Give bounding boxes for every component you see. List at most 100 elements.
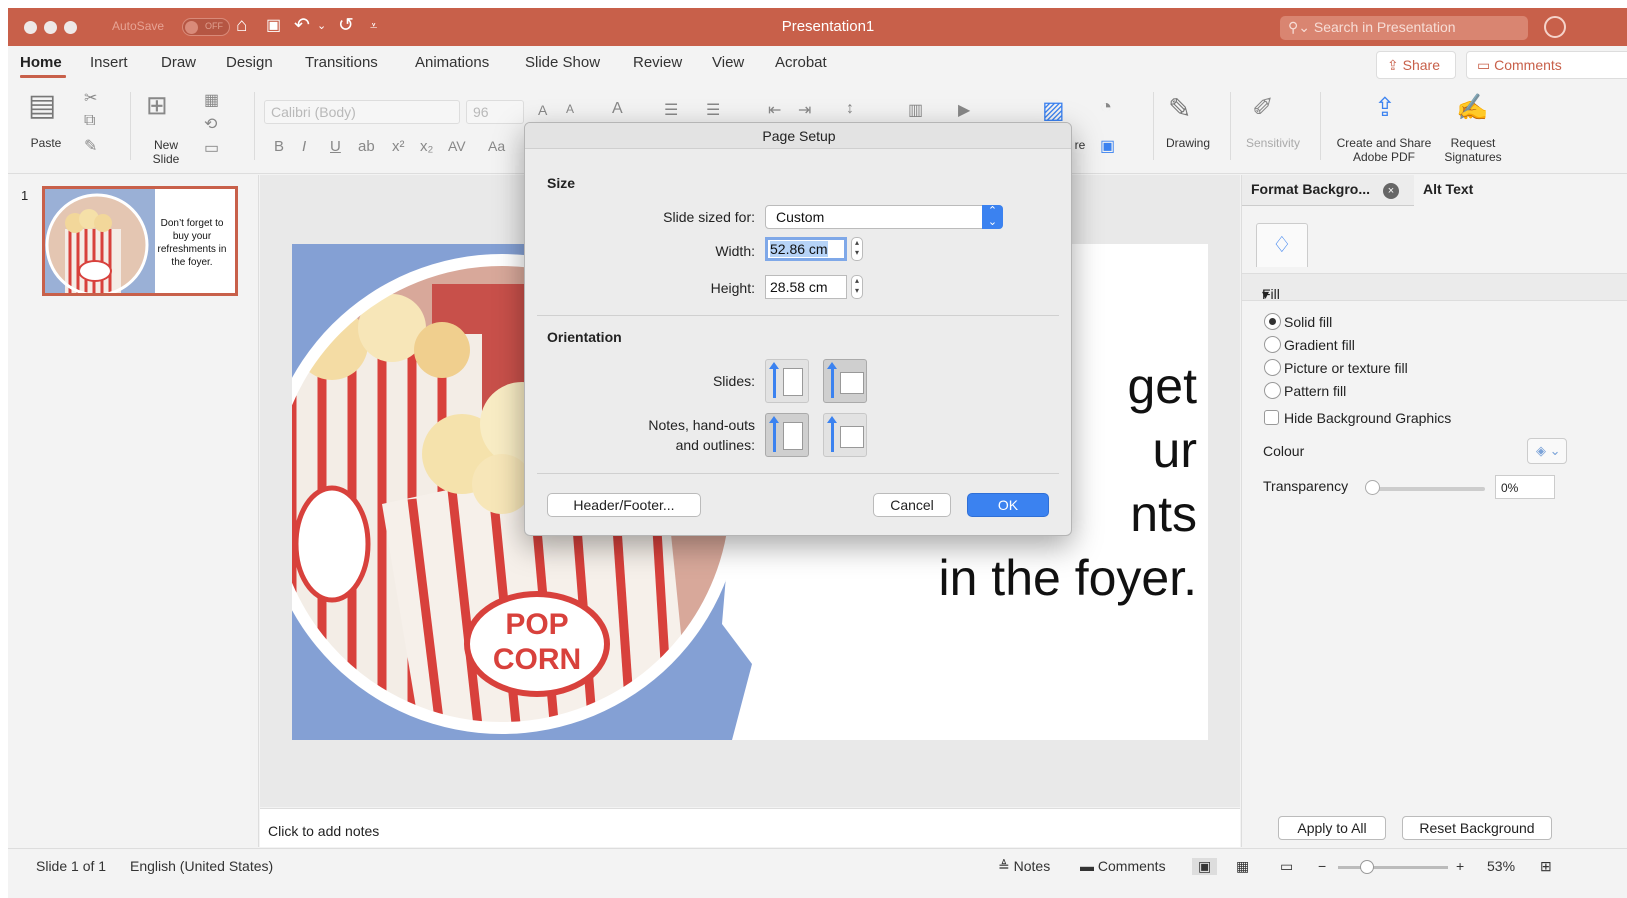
notes-toggle[interactable]: ≜ Notes bbox=[998, 858, 1050, 875]
transparency-slider-knob[interactable] bbox=[1365, 480, 1380, 495]
numbering-icon[interactable]: ☰ bbox=[706, 100, 720, 120]
picture-icon[interactable]: ▨ bbox=[1042, 96, 1065, 125]
ok-button[interactable]: OK bbox=[967, 493, 1049, 517]
underline-icon[interactable]: U bbox=[330, 138, 341, 155]
notes-portrait-button[interactable] bbox=[765, 413, 809, 457]
tab-slide-show[interactable]: Slide Show bbox=[525, 54, 600, 71]
line-spacing-icon[interactable]: ↕ bbox=[846, 100, 854, 118]
tab-insert[interactable]: Insert bbox=[90, 54, 128, 71]
solid-fill-label[interactable]: Solid fill bbox=[1284, 314, 1332, 330]
apply-to-all-button[interactable]: Apply to All bbox=[1278, 816, 1386, 840]
slides-portrait-button[interactable] bbox=[765, 359, 809, 403]
superscript-icon[interactable]: x² bbox=[392, 138, 405, 155]
hide-background-graphics-checkbox[interactable] bbox=[1264, 410, 1279, 425]
width-stepper[interactable]: ▴ ▾ bbox=[851, 237, 863, 261]
request-signatures-icon[interactable]: ✍ bbox=[1456, 92, 1488, 123]
solid-fill-radio[interactable] bbox=[1264, 313, 1281, 330]
tab-review[interactable]: Review bbox=[633, 54, 682, 71]
increase-indent-icon[interactable]: ⇥ bbox=[798, 100, 811, 120]
change-case-icon[interactable]: Aa bbox=[488, 138, 505, 154]
new-slide-label[interactable]: New Slide bbox=[146, 138, 186, 166]
feedback-smiley-icon[interactable] bbox=[1544, 16, 1566, 38]
height-input[interactable]: 28.58 cm bbox=[765, 275, 847, 299]
tab-home[interactable]: Home bbox=[20, 54, 62, 71]
drawing-label[interactable]: Drawing bbox=[1160, 136, 1216, 150]
reset-background-button[interactable]: Reset Background bbox=[1402, 816, 1552, 840]
picture-fill-radio[interactable] bbox=[1264, 359, 1281, 376]
section-icon[interactable]: ▭ bbox=[204, 138, 219, 158]
request-signatures-label[interactable]: Request Signatures bbox=[1438, 136, 1508, 164]
new-slide-icon[interactable]: ⊞ bbox=[146, 90, 168, 121]
picture-fill-label[interactable]: Picture or texture fill bbox=[1284, 360, 1408, 376]
zoom-slider-knob[interactable] bbox=[1360, 860, 1374, 874]
drawing-icon[interactable]: ✎ bbox=[1168, 92, 1191, 125]
reset-icon[interactable]: ⟲ bbox=[204, 114, 217, 134]
increase-font-icon[interactable]: A bbox=[538, 102, 547, 118]
width-input[interactable]: 52.86 cm bbox=[765, 237, 847, 261]
transparency-input[interactable]: 0% bbox=[1495, 475, 1555, 499]
comments-button[interactable]: ▭ Comments bbox=[1466, 51, 1627, 79]
text-box-icon[interactable]: ▣ bbox=[1100, 136, 1115, 156]
create-share-pdf-label[interactable]: Create and Share Adobe PDF bbox=[1326, 136, 1442, 164]
create-pdf-icon[interactable]: ⇪ bbox=[1374, 92, 1396, 123]
picture-label[interactable]: re bbox=[1070, 138, 1090, 152]
close-pane-icon[interactable]: × bbox=[1383, 183, 1399, 199]
zoom-in-icon[interactable]: + bbox=[1456, 858, 1464, 874]
strikethrough-icon[interactable]: ab bbox=[358, 138, 375, 155]
share-button[interactable]: ⇪ Share bbox=[1376, 51, 1456, 79]
tab-animations[interactable]: Animations bbox=[415, 54, 489, 71]
language[interactable]: English (United States) bbox=[130, 858, 273, 874]
sensitivity-icon[interactable]: ✐ bbox=[1252, 92, 1274, 123]
char-spacing-icon[interactable]: AV bbox=[448, 138, 466, 154]
zoom-level[interactable]: 53% bbox=[1487, 858, 1515, 874]
fit-to-window-icon[interactable]: ⊞ bbox=[1540, 858, 1552, 875]
cancel-button[interactable]: Cancel bbox=[873, 493, 951, 517]
subscript-icon[interactable]: x₂ bbox=[420, 138, 433, 155]
cut-icon[interactable]: ✂ bbox=[84, 88, 97, 108]
paste-icon[interactable]: ▤ bbox=[28, 88, 56, 123]
tab-design[interactable]: Design bbox=[226, 54, 273, 71]
normal-view-icon[interactable]: ▣ bbox=[1192, 858, 1218, 875]
format-painter-icon[interactable]: ✎ bbox=[84, 136, 97, 156]
fill-tab-button[interactable]: ♢ bbox=[1256, 223, 1308, 267]
decrease-indent-icon[interactable]: ⇤ bbox=[768, 100, 781, 120]
clear-formatting-icon[interactable]: A bbox=[612, 100, 623, 118]
shapes-icon[interactable]: ◔ bbox=[1100, 96, 1112, 119]
paste-label[interactable]: Paste bbox=[28, 136, 64, 150]
fill-section-header[interactable]: ▾ Fill bbox=[1242, 273, 1627, 302]
bold-icon[interactable]: B bbox=[274, 138, 284, 155]
header-footer-button[interactable]: Header/Footer... bbox=[547, 493, 701, 517]
zoom-slider[interactable] bbox=[1338, 866, 1448, 869]
colour-picker-button[interactable]: ◈ ⌄ bbox=[1527, 438, 1567, 464]
gradient-fill-radio[interactable] bbox=[1264, 336, 1281, 353]
slide-thumbnail[interactable]: Don’t forget to buy your refreshments in… bbox=[42, 186, 238, 296]
transparency-slider[interactable] bbox=[1367, 487, 1485, 491]
slides-landscape-button[interactable] bbox=[823, 359, 867, 403]
pattern-fill-label[interactable]: Pattern fill bbox=[1284, 383, 1346, 399]
tab-draw[interactable]: Draw bbox=[161, 54, 196, 71]
tab-acrobat[interactable]: Acrobat bbox=[775, 54, 827, 71]
columns-icon[interactable]: ▥ bbox=[908, 100, 923, 120]
layout-icon[interactable]: ▦ bbox=[204, 90, 219, 110]
comments-toggle[interactable]: ▬ Comments bbox=[1080, 858, 1166, 874]
sensitivity-label[interactable]: Sensitivity bbox=[1238, 136, 1308, 150]
font-size-combo[interactable]: 96 bbox=[466, 100, 524, 124]
bullets-icon[interactable]: ☰ bbox=[664, 100, 678, 120]
notes-pane[interactable]: Click to add notes bbox=[260, 808, 1240, 847]
copy-icon[interactable]: ⧉ bbox=[84, 112, 95, 130]
zoom-out-icon[interactable]: − bbox=[1318, 858, 1326, 874]
search-input[interactable]: ⚲⌄ Search in Presentation bbox=[1280, 16, 1528, 40]
hide-background-graphics-label[interactable]: Hide Background Graphics bbox=[1284, 410, 1451, 426]
pattern-fill-radio[interactable] bbox=[1264, 382, 1281, 399]
gradient-fill-label[interactable]: Gradient fill bbox=[1284, 337, 1355, 353]
reading-view-icon[interactable]: ▭ bbox=[1280, 858, 1293, 875]
tab-format-background[interactable]: Format Backgro... × bbox=[1242, 175, 1414, 206]
font-name-combo[interactable]: Calibri (Body) bbox=[264, 100, 460, 124]
tab-view[interactable]: View bbox=[712, 54, 744, 71]
tab-transitions[interactable]: Transitions bbox=[305, 54, 378, 71]
notes-landscape-button[interactable] bbox=[823, 413, 867, 457]
slide-sized-for-select[interactable]: Custom ⌃ ⌄ bbox=[765, 205, 1003, 229]
smartart-icon[interactable]: ▶ bbox=[958, 100, 970, 120]
tab-alt-text[interactable]: Alt Text bbox=[1423, 181, 1473, 197]
slide-sorter-icon[interactable]: ▦ bbox=[1236, 858, 1249, 875]
